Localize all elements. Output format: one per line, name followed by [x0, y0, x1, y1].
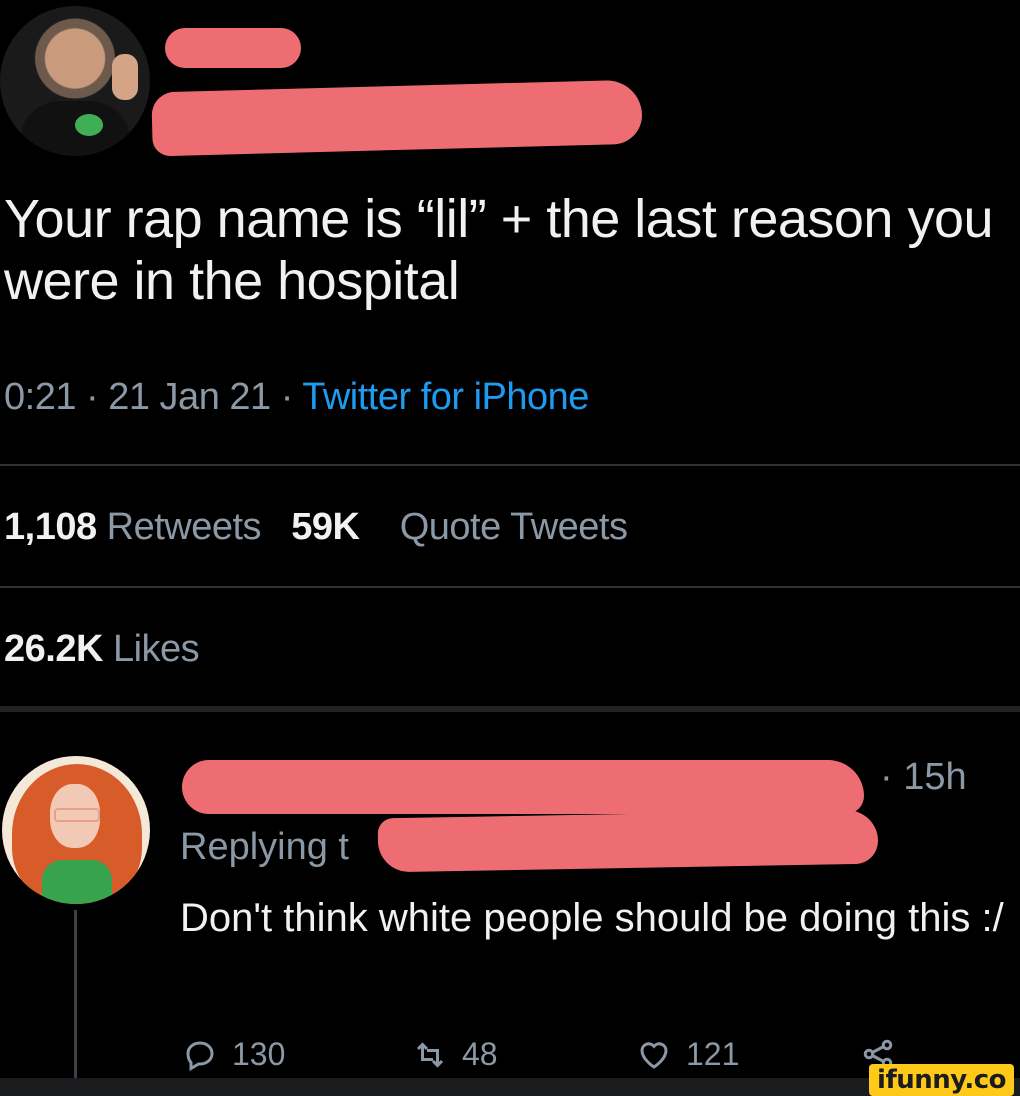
heart-icon [640, 1041, 668, 1069]
retweet-icon [416, 1041, 444, 1068]
tweet-client-link[interactable]: Twitter for iPhone [302, 376, 589, 418]
bottom-bar [0, 1078, 1020, 1096]
retweet-count: 48 [462, 1036, 498, 1072]
quote-tweets-count: 59K [291, 506, 360, 548]
reply-count: 130 [232, 1036, 286, 1072]
avatar-shirt-logo [75, 114, 103, 136]
author-name-redaction [165, 28, 301, 68]
replying-to-handle-redaction [377, 809, 879, 873]
retweets-stat[interactable]: 1,108 Retweets [4, 506, 262, 548]
quotes-stat[interactable]: 59K Quote Tweets [291, 506, 628, 548]
tweet-text: Your rap name is “lil” + the last reason… [4, 189, 994, 311]
ifunny-watermark: ifunny.co [869, 1064, 1014, 1096]
like-count: 121 [686, 1036, 740, 1072]
author-handle-redaction [151, 79, 643, 157]
retweet-button[interactable]: 48 [412, 1036, 498, 1073]
quote-tweets-label: Quote Tweets [399, 506, 628, 548]
tweet-stats-row: 1,108 Retweets 59K Quote Tweets [4, 506, 628, 549]
divider [0, 586, 1020, 588]
tweet-timestamp: 0:21 · 21 Jan 21 · [4, 376, 303, 418]
like-button[interactable]: 121 [636, 1036, 739, 1073]
likes-label: Likes [112, 628, 200, 670]
tweet-meta: 0:21 · 21 Jan 21 · Twitter for iPhone [4, 376, 589, 419]
divider [0, 464, 1020, 466]
likes-count: 26.2K [4, 628, 103, 670]
reply-button[interactable]: 130 [182, 1036, 285, 1073]
replying-to-label: Replying t [180, 826, 349, 868]
likes-stat[interactable]: 26.2K Likes [4, 628, 200, 671]
reply-text: Don't think white people should be doing… [180, 896, 1004, 940]
section-divider [0, 706, 1020, 712]
reply-author-redaction [182, 760, 864, 814]
reply-timestamp: · 15h [880, 756, 967, 798]
reply-icon [186, 1040, 214, 1071]
retweets-label: Retweets [106, 506, 262, 548]
thread-line [74, 910, 77, 1080]
avatar-glasses [54, 808, 100, 822]
retweets-count: 1,108 [4, 506, 97, 548]
avatar-thumb [112, 54, 138, 100]
reply-author-avatar[interactable] [2, 756, 150, 904]
author-avatar[interactable] [0, 6, 150, 156]
avatar-top [42, 860, 112, 904]
